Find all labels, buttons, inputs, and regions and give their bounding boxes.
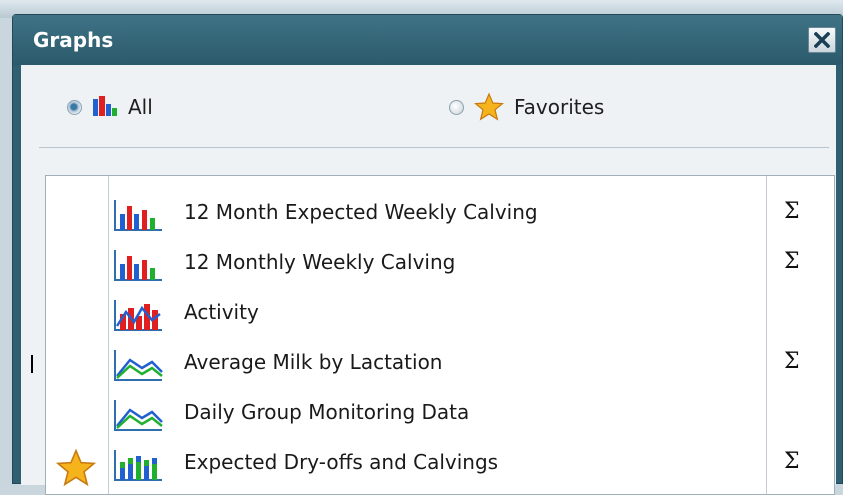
graph-label: Expected Dry-offs and Calvings [184, 450, 499, 474]
line-chart-icon [114, 400, 163, 431]
line-chart-icon [114, 350, 163, 381]
radio-favorites[interactable]: Favorites [449, 91, 604, 123]
text-cursor [31, 355, 33, 373]
graph-label: Activity [184, 300, 259, 324]
radio-button-all[interactable] [67, 99, 82, 115]
radio-all[interactable]: All [67, 91, 153, 123]
graph-row[interactable]: Daily Group Monitoring Data [46, 390, 834, 440]
graph-row[interactable]: 12 Monthly Weekly Calving Σ [46, 240, 834, 290]
star-icon [474, 92, 504, 121]
graph-label: 12 Monthly Weekly Calving [184, 250, 456, 274]
bar-chart-icon [114, 200, 162, 231]
radio-label-favorites: Favorites [514, 95, 605, 119]
sigma-icon: Σ [784, 349, 800, 374]
graph-label: Daily Group Monitoring Data [184, 400, 470, 424]
sigma-icon: Σ [784, 249, 800, 274]
dialog-content: All Favorites 12 Month Expected Weekly C… [21, 65, 836, 495]
dialog-title: Graphs [33, 28, 114, 52]
separator [39, 147, 829, 148]
graph-label: 12 Month Expected Weekly Calving [184, 200, 538, 224]
bar-chart-icon [114, 250, 162, 281]
graph-row[interactable]: Average Milk by Lactation Σ [46, 340, 834, 390]
sigma-icon: Σ [784, 449, 800, 474]
graph-label: Average Milk by Lactation [184, 350, 443, 374]
sigma-icon: Σ [784, 199, 800, 224]
graph-row[interactable]: Activity [46, 290, 834, 340]
bar-chart-icon [93, 96, 117, 116]
graph-list: 12 Month Expected Weekly Calving Σ 12 Mo… [45, 175, 835, 495]
close-button[interactable] [808, 27, 836, 53]
close-icon [814, 32, 830, 48]
stacked-bar-chart-icon [114, 450, 162, 481]
graph-row[interactable]: Expected Dry-offs and Calvings Σ [46, 440, 834, 490]
bar-line-chart-icon [114, 300, 162, 331]
filter-radio-group: All Favorites [21, 65, 836, 149]
radio-label-all: All [128, 95, 153, 119]
graph-row[interactable]: 12 Month Expected Weekly Calving Σ [46, 190, 834, 240]
radio-button-favorites[interactable] [449, 99, 464, 115]
favorite-star-icon[interactable] [56, 448, 96, 488]
graphs-dialog: Graphs All Favorites 12 Month Expected W… [12, 14, 843, 495]
title-bar: Graphs [13, 15, 842, 65]
